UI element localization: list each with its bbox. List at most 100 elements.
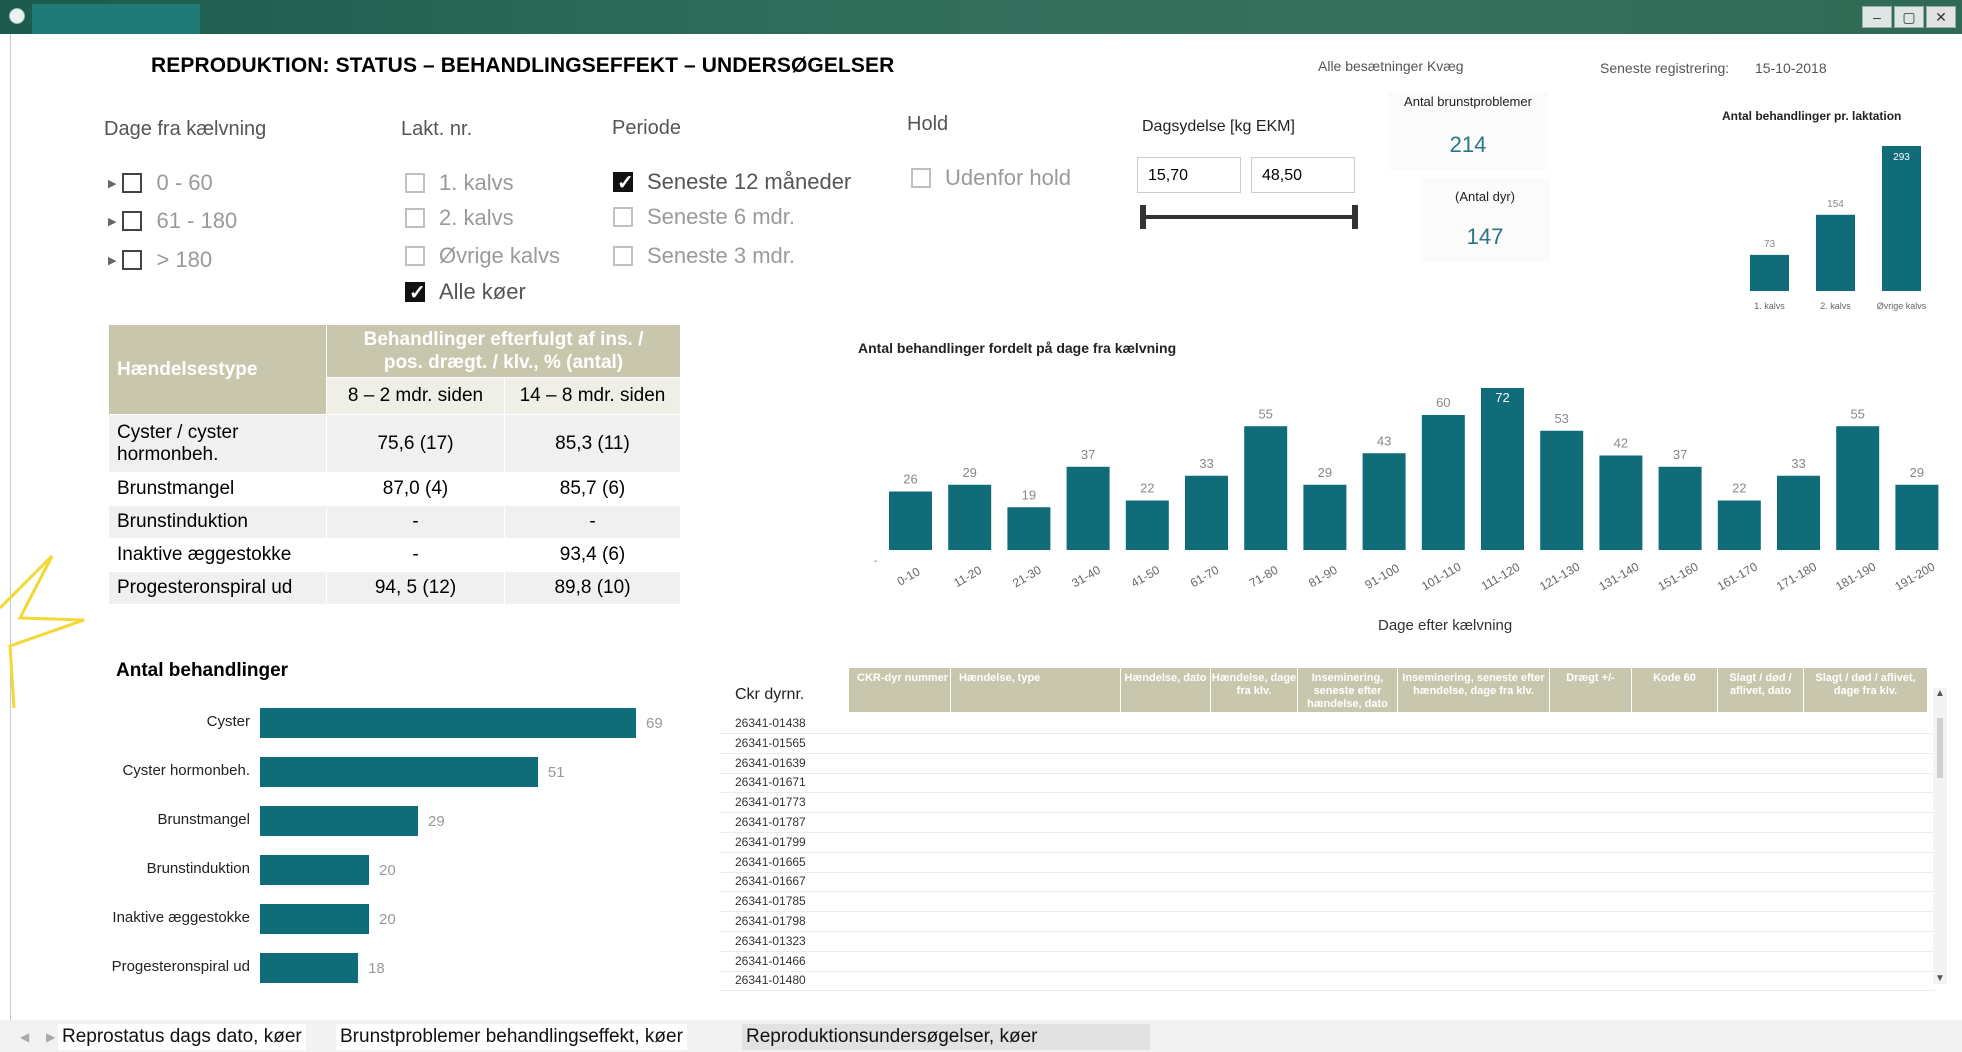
bar-value-label: 43 [1377, 433, 1391, 448]
close-button[interactable]: ✕ [1926, 6, 1956, 28]
grid-col-header[interactable]: Hændelse, dato [1121, 668, 1211, 712]
grid-row-id[interactable]: 26341-01639 [735, 756, 806, 770]
checkbox[interactable] [911, 168, 931, 188]
bar-value-label: 33 [1791, 456, 1805, 471]
grid-row-id[interactable]: 26341-01565 [735, 736, 806, 750]
grid-col-header[interactable]: Insemi­nering, seneste efter hændelse, d… [1398, 668, 1550, 712]
grid-col-header[interactable]: Drægt +/- [1550, 668, 1632, 712]
bar[interactable] [260, 757, 538, 787]
bar-value-label: 29 [1910, 465, 1924, 480]
filter-lactation-option[interactable]: Alle køer [405, 279, 526, 305]
maximize-button[interactable]: ▢ [1894, 6, 1924, 28]
active-app-tab[interactable] [32, 4, 200, 34]
bar [948, 484, 992, 550]
grid-col-header[interactable]: Hændelse, dage fra klv. [1211, 668, 1298, 712]
grid-row-id[interactable]: 26341-01799 [735, 835, 806, 849]
grid-row-divider [720, 871, 1935, 873]
lactation-bar-chart: 73 1. kalvs 154 2. kalvs 293 Øvrige kalvs [1750, 146, 1927, 311]
tab-reproduktionsundersoegelser[interactable]: Reproduktionsundersøgelser, køer [742, 1024, 1150, 1050]
expand-icon[interactable]: ▶ [108, 254, 116, 267]
bar-category-label: Cyster [206, 713, 250, 730]
checkbox-checked[interactable] [405, 280, 426, 305]
bar[interactable] [260, 904, 369, 934]
scroll-up-icon[interactable]: ▲ [1935, 688, 1945, 699]
col-header-event: Hændelsestype [108, 324, 327, 415]
grid-row-id[interactable]: 26341-01785 [735, 894, 806, 908]
days-chart-xlabel: Dage efter kælvning [1378, 617, 1513, 634]
grid-row-id[interactable]: 26341-01798 [735, 914, 806, 928]
bar-value-label: 20 [378, 862, 396, 879]
grid-row-id[interactable]: 26341-01323 [735, 934, 806, 948]
filter-group-option[interactable]: Udenfor hold [911, 165, 1071, 191]
grid-col-header[interactable]: Slagt / død / aflivet, dato [1718, 668, 1804, 712]
grid-row-id[interactable]: 26341-01667 [735, 874, 806, 888]
grid-row-id[interactable]: 26341-01438 [735, 716, 806, 730]
grid-row-id[interactable]: 26341-01480 [735, 973, 806, 987]
bar-value-label: 26 [903, 472, 917, 487]
checkbox[interactable] [405, 208, 425, 228]
checkbox[interactable] [405, 246, 425, 266]
grid-col-header[interactable]: Kode 60 [1632, 668, 1718, 712]
bar[interactable] [260, 806, 419, 836]
scroll-thumb[interactable] [1937, 718, 1943, 778]
checkbox[interactable] [122, 250, 143, 270]
bar-value-label: 29 [428, 813, 445, 830]
expand-icon[interactable]: ▶ [108, 177, 116, 190]
grid-row-id[interactable]: 26341-01671 [735, 775, 806, 789]
bar [1836, 426, 1880, 550]
window-controls: – ▢ ✕ [1862, 6, 1956, 28]
filter-days-option[interactable]: ▶ 61 - 180 [108, 208, 237, 234]
filter-period-option[interactable]: Seneste 6 mdr. [613, 204, 795, 230]
checkbox[interactable] [122, 211, 143, 231]
yield-range-slider[interactable] [1140, 205, 1358, 229]
grid-row-id[interactable]: 26341-01665 [735, 855, 806, 869]
grid-row-id[interactable]: 26341-01466 [735, 954, 806, 968]
minimize-button[interactable]: – [1862, 6, 1892, 28]
grid-col-header[interactable]: Hændelse, type [951, 668, 1121, 712]
filter-lactation-option[interactable]: Øvrige kalvs [405, 243, 560, 269]
tab-brunstproblemer[interactable]: Brunstproblemer behandlingseffekt, køer [336, 1024, 687, 1050]
grid-col-header[interactable]: Slagt / død / aflivet, dage fra klv. [1804, 668, 1928, 712]
kpi-brunst-label: Antal brunstproblemer [1404, 94, 1532, 109]
yield-min-input[interactable]: 15,70 [1137, 157, 1241, 193]
grid-scrollbar[interactable]: ▲ ▼ [1933, 688, 1947, 984]
bar [1777, 475, 1820, 550]
filter-lactation-option[interactable]: 2. kalvs [405, 205, 514, 231]
grid-col-header[interactable]: CKR-dyr nummer [849, 668, 951, 712]
table-row: Cyster / cyster hormonbeh. 75,6 (17) 85,… [108, 414, 681, 473]
bar-value-label: 37 [1081, 447, 1095, 462]
filter-lactation-option[interactable]: 1. kalvs [405, 170, 514, 196]
expand-icon[interactable]: ▶ [108, 215, 116, 228]
checkbox[interactable] [122, 173, 143, 193]
col-header-group: Behandlinger efterfulgt af ins. / pos. d… [326, 323, 681, 379]
checkbox[interactable] [405, 173, 425, 193]
filter-days-option[interactable]: ▶ > 180 [108, 247, 212, 273]
filter-days-option[interactable]: ▶ 0 - 60 [108, 170, 213, 196]
filter-period-option[interactable]: Seneste 12 måneder [613, 169, 851, 195]
x-tick-label: 81-90 [1306, 563, 1340, 591]
scroll-down-icon[interactable]: ▼ [1935, 973, 1945, 984]
bar[interactable] [260, 855, 369, 885]
bar-category-label: Progesteronspiral ud [111, 958, 250, 975]
grid-row-divider [720, 772, 1935, 774]
tab-prev-icon[interactable]: ◀ [20, 1030, 29, 1044]
checkbox[interactable] [613, 207, 633, 227]
bar[interactable] [260, 708, 636, 738]
grid-row-id[interactable]: 26341-01787 [735, 815, 806, 829]
tab-next-icon[interactable]: ▶ [46, 1030, 55, 1044]
x-tick-label: 71-80 [1247, 563, 1281, 591]
grid-col-header[interactable]: Insemi­nering, seneste efter hændelse, d… [1298, 668, 1398, 712]
grid-row-id[interactable]: 26341-01773 [735, 795, 806, 809]
filter-period-label: Periode [612, 117, 681, 139]
col-header-a: 8 – 2 mdr. siden [326, 377, 505, 415]
bar-value-label: 53 [1554, 411, 1568, 426]
tab-reprostatus[interactable]: Reprostatus dags dato, køer [58, 1024, 306, 1050]
checkbox-checked[interactable] [613, 170, 634, 195]
bar[interactable] [260, 953, 359, 983]
bar [1185, 475, 1228, 550]
filter-period-option[interactable]: Seneste 3 mdr. [613, 243, 795, 269]
yield-max-input[interactable]: 48,50 [1251, 157, 1355, 193]
herd-selection[interactable]: Alle besætninger Kvæg [1318, 58, 1464, 74]
checkbox[interactable] [613, 246, 633, 266]
grid-row-divider [720, 891, 1935, 893]
